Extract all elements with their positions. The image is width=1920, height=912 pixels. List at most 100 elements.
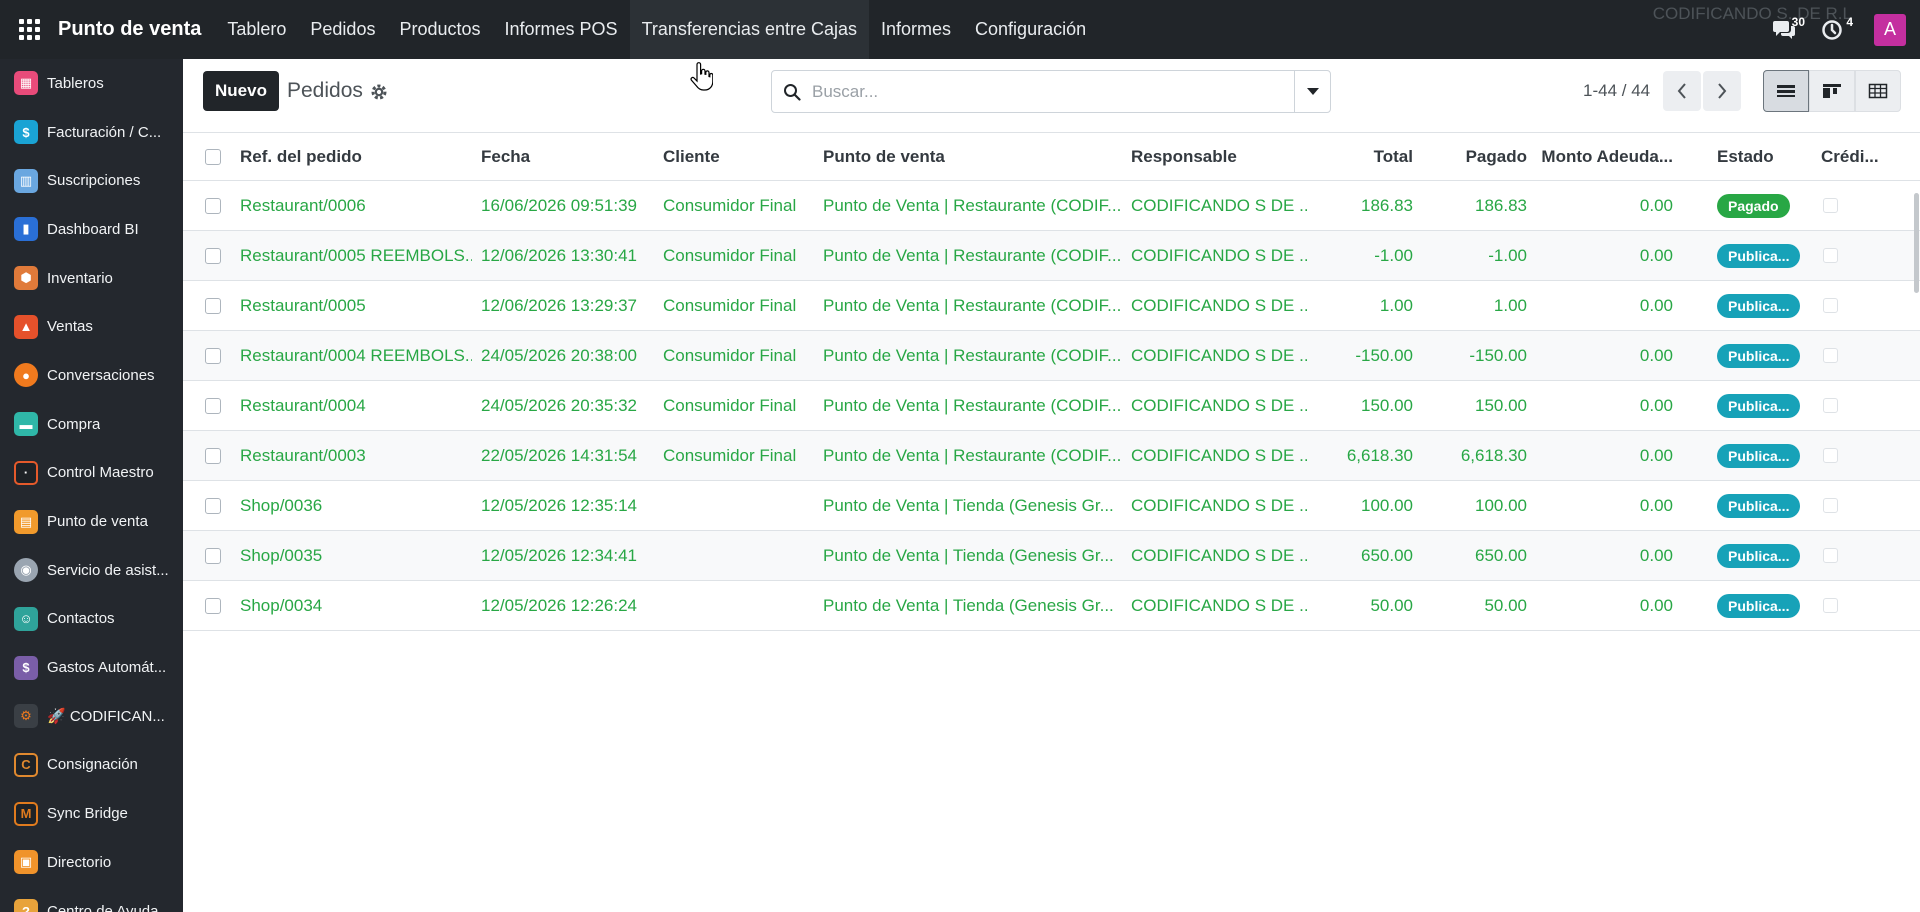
- pager-next-button[interactable]: [1703, 71, 1741, 111]
- table-row[interactable]: Shop/0034 12/05/2026 12:26:24 Punto de Ven…: [183, 581, 1920, 631]
- sidebar-item-label: Centro de Ayuda: [47, 902, 159, 912]
- sidebar-item-facturacion[interactable]: $ Facturación / C...: [0, 108, 183, 157]
- pivot-table-icon: [1868, 83, 1888, 99]
- sidebar-item-consignacion[interactable]: C Consignación: [0, 741, 183, 790]
- cell-ref[interactable]: Restaurant/0006: [240, 181, 472, 230]
- col-header-monto-adeudado[interactable]: Monto Adeuda...: [1533, 133, 1673, 180]
- cell-ref[interactable]: Restaurant/0005 REEMBOLS...: [240, 231, 472, 280]
- activities-button[interactable]: 4: [1808, 0, 1856, 59]
- cell-responsable: CODIFICANDO S DE ...: [1131, 545, 1307, 565]
- pivot-view-button[interactable]: [1855, 70, 1901, 112]
- row-checkbox[interactable]: [205, 397, 221, 414]
- sidebar-item-contactos[interactable]: ☺ Contactos: [0, 595, 183, 644]
- cell-ref[interactable]: Shop/0034: [240, 581, 472, 630]
- col-header-cliente[interactable]: Cliente: [663, 133, 817, 180]
- sidebar-item-punto-de-venta[interactable]: ▤ Punto de venta: [0, 497, 183, 546]
- gear-icon[interactable]: [370, 83, 388, 101]
- table-row[interactable]: Shop/0035 12/05/2026 12:34:41 Punto de Ven…: [183, 531, 1920, 581]
- page-title: Pedidos: [287, 79, 363, 102]
- menu-informes[interactable]: Informes: [869, 0, 963, 59]
- menu-tablero[interactable]: Tablero: [215, 0, 298, 59]
- subscriptions-icon: ▥: [14, 168, 38, 193]
- col-header-ref[interactable]: Ref. del pedido: [240, 133, 472, 180]
- table-body: Restaurant/0006 16/06/2026 09:51:39 Consum…: [183, 181, 1920, 631]
- row-checkbox[interactable]: [205, 497, 221, 514]
- sidebar-item-inventario[interactable]: ⬢ Inventario: [0, 254, 183, 303]
- kanban-view-button[interactable]: [1809, 70, 1855, 112]
- col-header-fecha[interactable]: Fecha: [481, 133, 657, 180]
- cell-ref[interactable]: Shop/0036: [240, 481, 472, 530]
- menu-configuracion[interactable]: Configuración: [963, 0, 1098, 59]
- cell-estado: Publica...: [1717, 281, 1821, 330]
- sidebar-item-centro-de-ayuda[interactable]: ? Centro de Ayuda: [0, 887, 183, 912]
- sidebar-item-gastos-automaticos[interactable]: $ Gastos Automát...: [0, 643, 183, 692]
- invoicing-icon: $: [14, 120, 38, 145]
- vertical-scrollbar[interactable]: [1912, 133, 1920, 912]
- col-header-punto-de-venta[interactable]: Punto de venta: [823, 133, 1123, 180]
- new-button[interactable]: Nuevo: [203, 71, 279, 111]
- cell-estado: Publica...: [1717, 531, 1821, 580]
- menu-pedidos[interactable]: Pedidos: [298, 0, 387, 59]
- col-header-pagado[interactable]: Pagado: [1419, 133, 1527, 180]
- app-brand-title[interactable]: Punto de venta: [58, 18, 201, 41]
- sidebar-item-servicio-asistencia[interactable]: ◉ Servicio de asist...: [0, 546, 183, 595]
- cell-fecha: 22/05/2026 14:31:54: [481, 445, 637, 465]
- purchase-card-icon: ▬: [14, 412, 38, 437]
- app-menu-grid-icon[interactable]: [0, 0, 58, 59]
- search-input[interactable]: [812, 72, 1294, 111]
- col-header-credito[interactable]: Crédi...: [1821, 133, 1893, 180]
- cell-ref[interactable]: Shop/0035: [240, 531, 472, 580]
- cell-ref[interactable]: Restaurant/0004: [240, 381, 472, 430]
- row-checkbox[interactable]: [205, 447, 221, 464]
- sidebar-item-sync-bridge[interactable]: M Sync Bridge: [0, 789, 183, 838]
- row-checkbox[interactable]: [205, 247, 221, 264]
- credit-checkbox: [1823, 298, 1838, 313]
- row-checkbox[interactable]: [205, 547, 221, 564]
- col-header-estado[interactable]: Estado: [1717, 133, 1821, 180]
- table-row[interactable]: Restaurant/0003 22/05/2026 14:31:54 Consum…: [183, 431, 1920, 481]
- col-header-responsable[interactable]: Responsable: [1131, 133, 1307, 180]
- menu-informes-pos[interactable]: Informes POS: [493, 0, 630, 59]
- cell-fecha: 12/05/2026 12:26:24: [481, 595, 637, 615]
- sidebar-item-directorio[interactable]: ▣ Directorio: [0, 838, 183, 887]
- table-row[interactable]: Restaurant/0005 12/06/2026 13:29:37 Consum…: [183, 281, 1920, 331]
- table-row[interactable]: Restaurant/0004 24/05/2026 20:35:32 Consum…: [183, 381, 1920, 431]
- col-header-total[interactable]: Total: [1309, 133, 1413, 180]
- sidebar-item-conversaciones[interactable]: ● Conversaciones: [0, 351, 183, 400]
- menu-productos[interactable]: Productos: [387, 0, 492, 59]
- cell-credito: [1821, 581, 1893, 630]
- cell-ref[interactable]: Restaurant/0003: [240, 431, 472, 480]
- list-view-button[interactable]: [1763, 70, 1809, 112]
- codificando-gear-icon: ⚙: [14, 704, 38, 729]
- sidebar-item-suscripciones[interactable]: ▥ Suscripciones: [0, 156, 183, 205]
- select-all-checkbox[interactable]: [205, 148, 221, 165]
- cell-pagado: 6,618.30: [1460, 445, 1527, 465]
- row-checkbox[interactable]: [205, 347, 221, 364]
- row-checkbox[interactable]: [205, 597, 221, 614]
- search-options-toggle[interactable]: [1294, 71, 1330, 112]
- scrollbar-thumb[interactable]: [1914, 193, 1919, 293]
- sidebar-item-control-maestro[interactable]: · Control Maestro: [0, 449, 183, 498]
- menu-transferencias-entre-cajas[interactable]: Transferencias entre Cajas: [629, 0, 869, 59]
- cell-ref[interactable]: Restaurant/0005: [240, 281, 472, 330]
- sidebar-item-tableros[interactable]: ▦ Tableros: [0, 59, 183, 108]
- sidebar-item-compra[interactable]: ▬ Compra: [0, 400, 183, 449]
- table-row[interactable]: Shop/0036 12/05/2026 12:35:14 Punto de Ven…: [183, 481, 1920, 531]
- sidebar-item-codificando[interactable]: ⚙ 🚀 CODIFICAN...: [0, 692, 183, 741]
- table-row[interactable]: Restaurant/0004 REEMBOLS... 24/05/2026 20…: [183, 331, 1920, 381]
- credit-checkbox: [1823, 398, 1838, 413]
- messages-button[interactable]: 30: [1760, 0, 1808, 59]
- table-row[interactable]: Restaurant/0005 REEMBOLS... 12/06/2026 13…: [183, 231, 1920, 281]
- pager-previous-button[interactable]: [1663, 71, 1701, 111]
- status-badge: Pagado: [1717, 193, 1790, 218]
- row-checkbox[interactable]: [205, 297, 221, 314]
- sidebar-item-label: 🚀 CODIFICAN...: [47, 708, 165, 726]
- sidebar-item-ventas[interactable]: ▲ Ventas: [0, 302, 183, 351]
- table-row[interactable]: Restaurant/0006 16/06/2026 09:51:39 Consum…: [183, 181, 1920, 231]
- cell-punto-de-venta: Punto de Venta | Restaurante (CODIF...: [823, 195, 1122, 215]
- sidebar-item-dashboard-bi[interactable]: ▮ Dashboard BI: [0, 205, 183, 254]
- row-checkbox[interactable]: [205, 197, 221, 214]
- user-avatar[interactable]: A: [1874, 13, 1906, 46]
- pager-value[interactable]: 1-44 / 44: [1583, 81, 1650, 101]
- cell-ref[interactable]: Restaurant/0004 REEMBOLS...: [240, 331, 472, 380]
